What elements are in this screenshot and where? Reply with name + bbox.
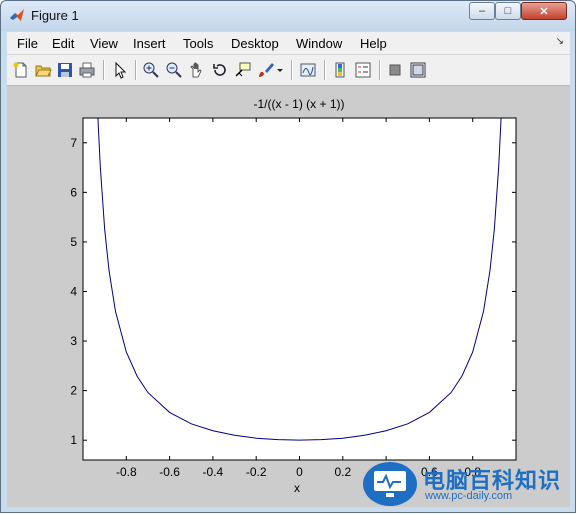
x-tick-label: -0.6 [159,465,180,479]
colorbar-icon[interactable] [330,60,350,80]
plot-area[interactable]: -1/((x - 1) (x + 1)) x -0.8 -0.6 -0.4 -0.2 0… [7,86,570,507]
matlab-logo-icon [9,7,25,23]
zoom-out-icon[interactable] [164,60,184,80]
y-tick-label: 1 [70,433,77,447]
toolbar-separator [324,60,326,80]
x-tick-label: -0.2 [246,465,267,479]
watermark-monitor-icon [363,462,417,506]
y-tick-label: 5 [70,235,77,249]
dock-arrow-icon[interactable]: ↘ [556,36,564,47]
x-tick-label: 0 [296,465,303,479]
link-plot-icon[interactable] [298,60,318,80]
toolbar-separator [103,60,105,80]
x-axis-label: x [294,481,300,495]
menu-view[interactable]: View [90,36,118,51]
menu-insert[interactable]: Insert [133,36,166,51]
menu-tools[interactable]: Tools [183,36,213,51]
window-title: Figure 1 [31,8,79,23]
toolbar-separator [379,60,381,80]
print-icon[interactable] [77,60,97,80]
figure-toolbar [7,55,570,86]
watermark-url: www.pc-daily.com [425,490,513,502]
data-cursor-icon[interactable] [233,60,253,80]
figure-window: Figure 1 – □ ✕ File Edit View Insert Too… [0,0,576,513]
menu-window[interactable]: Window [296,36,342,51]
menu-desktop[interactable]: Desktop [231,36,279,51]
hide-tools-icon[interactable] [385,60,405,80]
toolbar-separator [291,60,293,80]
pan-icon[interactable] [187,60,207,80]
figure-canvas: -1/((x - 1) (x + 1)) x -0.8 -0.6 -0.4 -0.2 0… [7,86,570,507]
x-tick-label: -0.4 [203,465,224,479]
maximize-button[interactable]: □ [495,2,521,20]
minimize-button[interactable]: – [469,2,495,20]
y-tick-label: 7 [70,136,77,150]
toolbar-separator [135,60,137,80]
menu-edit[interactable]: Edit [52,36,74,51]
legend-icon[interactable] [353,60,373,80]
brush-dropdown-icon[interactable] [275,60,285,80]
x-tick-label: 0.2 [334,465,351,479]
save-icon[interactable] [55,60,75,80]
zoom-in-icon[interactable] [141,60,161,80]
pointer-icon[interactable] [110,60,130,80]
menu-help[interactable]: Help [360,36,387,51]
y-tick-label: 3 [70,334,77,348]
chart-title: -1/((x - 1) (x + 1)) [253,97,344,111]
y-tick-label: 4 [70,284,77,298]
open-icon[interactable] [33,60,53,80]
rotate-icon[interactable] [210,60,230,80]
brush-icon[interactable] [256,60,276,80]
title-bar[interactable]: Figure 1 – □ ✕ [1,1,575,31]
axes-background[interactable] [83,118,516,460]
y-tick-label: 2 [70,384,77,398]
watermark-logo: 电脑百科知识 www.pc-daily.com [361,459,573,509]
close-button[interactable]: ✕ [521,2,567,20]
menu-file[interactable]: File [17,36,38,51]
menu-bar: File Edit View Insert Tools Desktop Wind… [7,32,570,55]
x-tick-label: -0.8 [116,465,137,479]
new-figure-icon[interactable] [11,60,31,80]
show-tools-icon[interactable] [408,60,428,80]
y-tick-label: 6 [70,185,77,199]
